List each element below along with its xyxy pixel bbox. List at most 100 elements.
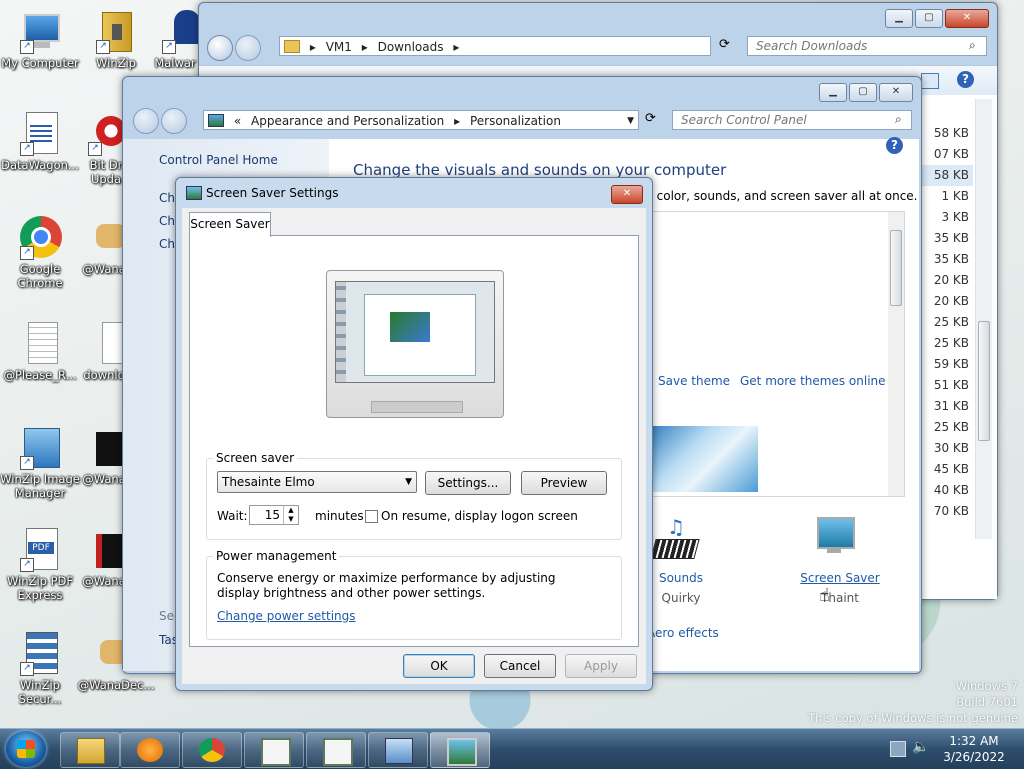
screensaver-link[interactable]: Screen Saver — [795, 571, 885, 585]
desktop-icon-label: WinZip Secur... — [18, 678, 62, 706]
forward-button[interactable] — [235, 35, 261, 61]
refresh-icon[interactable]: ⟳ — [645, 111, 665, 129]
explorer-address-bar[interactable]: ▸ VM1 ▸ Downloads ▸ — [279, 36, 711, 56]
back-button[interactable] — [133, 108, 159, 134]
screensaver-icon — [447, 738, 477, 766]
desktop-icon-label: downlo — [83, 368, 125, 382]
scrollbar-thumb[interactable] — [890, 230, 902, 306]
chevron-down-icon: ▼ — [405, 477, 412, 487]
clock[interactable]: 1:32 AM 3/26/2022 — [936, 733, 1012, 765]
chevron-down-icon[interactable]: ▼ — [627, 111, 634, 131]
file-size: 58 KB — [933, 126, 969, 140]
taskbar-window-2[interactable] — [306, 732, 366, 768]
desktop-icon-winzip[interactable]: ↗ WinZip — [76, 10, 156, 70]
desktop-icon-wana-2[interactable]: @Wana — [80, 426, 128, 486]
apply-button[interactable]: Apply — [565, 654, 637, 678]
sounds-icon: ♫ — [647, 515, 707, 565]
breadcrumb-personalization[interactable]: Personalization — [470, 114, 561, 128]
desktop-icon-malwarebytes[interactable]: ↗ Malwar — [150, 10, 200, 70]
resume-checkbox[interactable] — [365, 510, 378, 523]
theme-list[interactable]: Save theme Get more themes online — [639, 211, 905, 497]
taskbar-screensaver[interactable] — [430, 732, 490, 768]
ok-button[interactable]: OK — [403, 654, 475, 678]
power-description: Conserve energy or maximize performance … — [217, 571, 556, 600]
close-button[interactable]: ✕ — [945, 9, 989, 28]
help-icon[interactable]: ? — [957, 71, 974, 88]
file-size: 20 KB — [933, 273, 969, 287]
cancel-button[interactable]: Cancel — [484, 654, 556, 678]
theme-thumbnail[interactable] — [640, 426, 758, 492]
sounds-link[interactable]: Sounds — [651, 571, 711, 585]
desktop-icon-download[interactable]: downlo — [80, 322, 130, 382]
sidebar-link[interactable]: Ch — [159, 191, 175, 205]
desktop-icon-wana-1[interactable]: @Wana — [80, 216, 128, 276]
minimize-button[interactable]: ▁ — [819, 83, 847, 102]
settings-button[interactable]: Settings... — [425, 471, 511, 495]
tab-screen-saver[interactable]: Screen Saver — [189, 212, 271, 237]
breadcrumb-appearance[interactable]: Appearance and Personalization — [251, 114, 444, 128]
screen-saver-group: Screen saver Thesainte Elmo ▼ Settings..… — [206, 451, 622, 540]
desktop-icon-label: WinZip PDF Express — [6, 574, 74, 602]
network-icon[interactable] — [890, 741, 906, 757]
stepper-arrows-icon[interactable]: ▲ ▼ — [283, 506, 298, 524]
control-panel-home-link[interactable]: Control Panel Home — [159, 153, 278, 167]
save-theme-link[interactable]: Save theme — [658, 374, 730, 388]
pdf-icon: PDF ↗ — [18, 528, 62, 572]
spreadsheet-icon: ↗ — [18, 112, 62, 156]
bitdefender-icon: ↗ — [86, 112, 126, 156]
computer-icon: ↗ — [18, 10, 62, 54]
desktop-icon-winzip-pdf-express[interactable]: PDF ↗ WinZip PDF Express — [0, 528, 80, 602]
control-panel-search-input[interactable]: Search Control Panel — [672, 110, 912, 130]
desktop-icon-datawagon[interactable]: ↗ DataWagon... — [0, 112, 80, 172]
theme-list-scrollbar[interactable] — [888, 212, 904, 496]
desktop-icon-winzip-image-manager[interactable]: ↗ WinZip Image Manager — [0, 426, 80, 500]
refresh-icon[interactable]: ⟳ — [719, 37, 739, 55]
forward-button[interactable] — [161, 108, 187, 134]
taskbar-chrome[interactable] — [182, 732, 242, 768]
close-button[interactable]: ✕ — [611, 185, 643, 204]
help-icon[interactable]: ? — [886, 137, 903, 154]
preview-pane-icon[interactable] — [921, 73, 939, 89]
breadcrumb-vm1[interactable]: VM1 — [326, 40, 352, 54]
minimize-button[interactable]: ▁ — [885, 9, 913, 28]
taskbar-media-player[interactable] — [120, 732, 180, 768]
scrollbar-thumb[interactable] — [978, 321, 990, 441]
aero-effects-link[interactable]: Aero effects — [647, 626, 719, 640]
minutes-label: minutes — [315, 509, 364, 523]
screensaver-title-icon — [186, 186, 202, 200]
desktop-icon-my-computer[interactable]: ↗ My Computer — [0, 10, 80, 70]
change-power-settings-link[interactable]: Change power settings — [217, 609, 356, 623]
taskbar-explorer[interactable] — [60, 732, 120, 768]
desktop-icon-please-read[interactable]: @Please_R... — [0, 322, 80, 382]
taskbar-window-1[interactable] — [244, 732, 304, 768]
desktop-icon-google-chrome[interactable]: ↗ Google Chrome — [0, 216, 80, 290]
resume-label: On resume, display logon screen — [381, 509, 578, 523]
taskbar-control-panel[interactable] — [368, 732, 428, 768]
close-button[interactable]: ✕ — [879, 83, 913, 102]
control-panel-address-bar[interactable]: « Appearance and Personalization ▸ Perso… — [203, 110, 639, 130]
media-player-icon — [137, 738, 163, 762]
get-more-themes-link[interactable]: Get more themes online — [740, 374, 886, 388]
desktop-icon-wana-3[interactable]: @Wana — [80, 528, 132, 588]
desktop-icon-label: WinZip Image Manager — [0, 472, 80, 500]
screen-saver-select[interactable]: Thesainte Elmo ▼ — [217, 471, 417, 493]
file-size: 35 KB — [933, 231, 969, 245]
sidebar-link[interactable]: Ch — [159, 214, 175, 228]
volume-icon[interactable]: 🔈 — [912, 739, 929, 755]
secure-icon: ↗ — [18, 632, 62, 676]
preview-button[interactable]: Preview — [521, 471, 607, 495]
desktop-icon-winzip-secure[interactable]: ↗ WinZip Secur... — [0, 632, 80, 706]
explorer-search-input[interactable]: Search Downloads — [747, 36, 987, 56]
maximize-button[interactable]: ▢ — [849, 83, 877, 102]
breadcrumb-downloads[interactable]: Downloads — [378, 40, 444, 54]
maximize-button[interactable]: ▢ — [915, 9, 943, 28]
start-button[interactable] — [6, 731, 46, 767]
dialog-title: Screen Saver Settings — [206, 186, 339, 200]
sidebar-link[interactable]: Ch — [159, 237, 175, 251]
file-size: 51 KB — [933, 378, 969, 392]
wait-stepper[interactable]: 15 ▲ ▼ — [249, 505, 299, 525]
file-size: 40 KB — [933, 483, 969, 497]
screen-saver-dialog[interactable]: Screen Saver Settings ✕ Screen Saver Scr… — [175, 177, 653, 691]
back-button[interactable] — [207, 35, 233, 61]
explorer-scrollbar[interactable] — [975, 99, 992, 539]
